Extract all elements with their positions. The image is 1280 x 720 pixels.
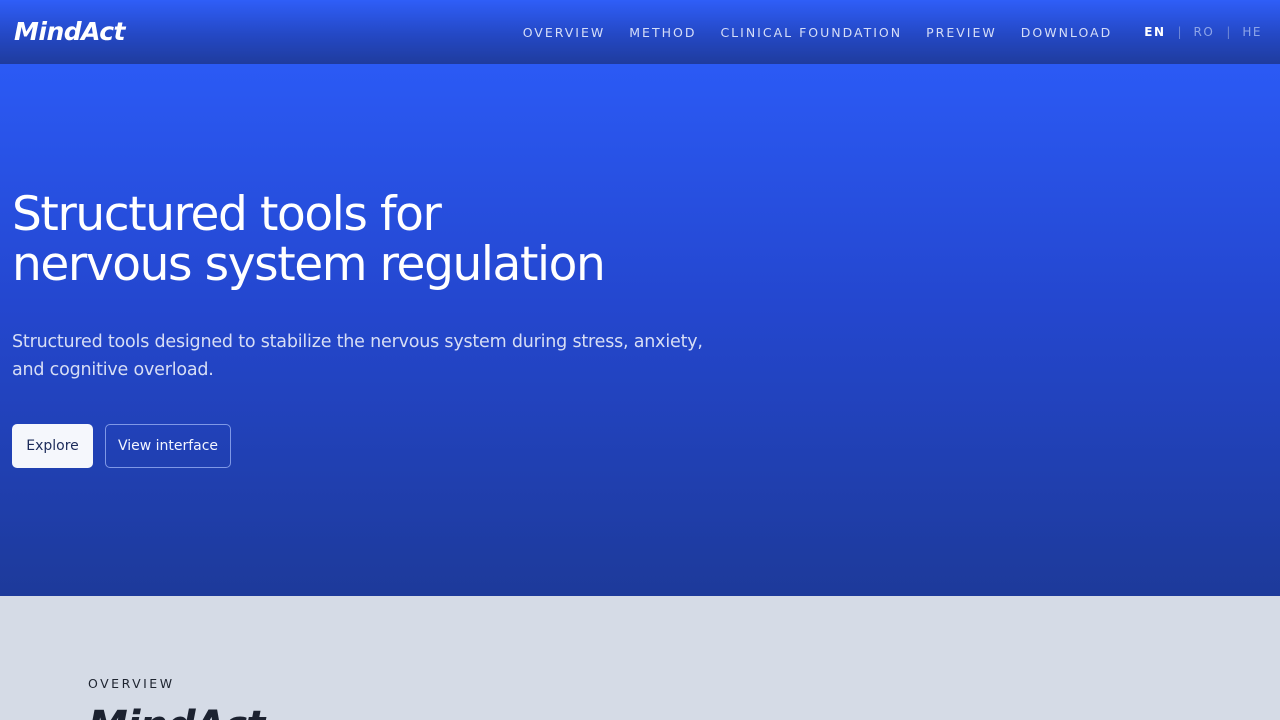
lang-he[interactable]: HE (1242, 25, 1262, 39)
hero-title: Structured tools for nervous system regu… (12, 190, 732, 290)
hero-title-line-1: Structured tools for (12, 187, 442, 242)
language-switcher: EN | RO | HE (1144, 25, 1262, 39)
main-nav: OVERVIEW METHOD CLINICAL FOUNDATION PREV… (523, 0, 1280, 64)
mindact-logo[interactable]: MindAct (14, 18, 126, 46)
nav-method[interactable]: METHOD (629, 25, 696, 40)
overview-mindact-logo: MindAct (88, 704, 265, 720)
overview-section: OVERVIEW MindAct (0, 596, 1280, 720)
nav-clinical-foundation[interactable]: CLINICAL FOUNDATION (720, 25, 902, 40)
lang-separator: | (1226, 25, 1231, 39)
hero-subtitle: Structured tools designed to stabilize t… (12, 332, 703, 380)
hero-section: Structured tools for nervous system regu… (0, 64, 1280, 596)
lang-ro[interactable]: RO (1194, 25, 1215, 39)
top-navigation-bar: MindAct OVERVIEW METHOD CLINICAL FOUNDAT… (0, 0, 1280, 64)
nav-overview[interactable]: OVERVIEW (523, 25, 606, 40)
nav-download[interactable]: DOWNLOAD (1021, 25, 1113, 40)
hero-title-line-2: nervous system regulation (12, 237, 606, 292)
lang-separator: | (1177, 25, 1182, 39)
overview-label: OVERVIEW (88, 676, 175, 691)
explore-button[interactable]: Explore (12, 424, 93, 468)
view-interface-button[interactable]: View interface (105, 424, 231, 468)
lang-en[interactable]: EN (1144, 25, 1165, 39)
nav-preview[interactable]: PREVIEW (926, 25, 997, 40)
